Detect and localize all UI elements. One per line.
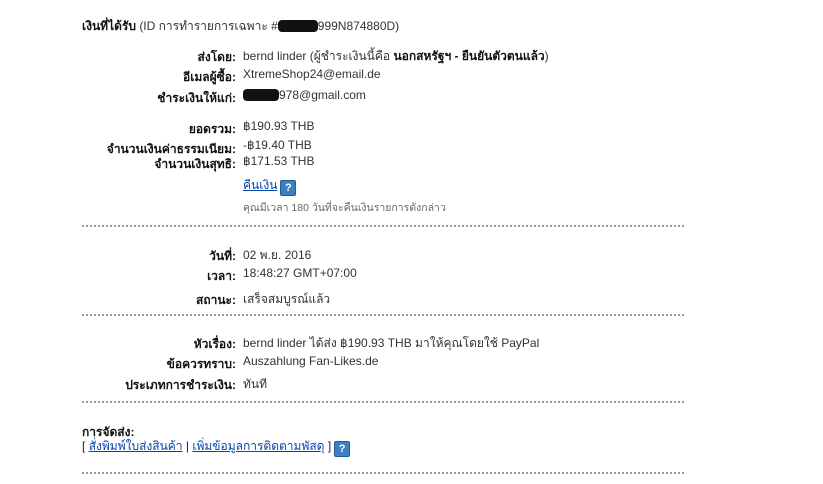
status-value: เสร็จสมบูรณ์แล้ว	[243, 292, 331, 306]
add-tracking-link[interactable]: เพิ่มข้อมูลการติดตามพัสดุ	[192, 439, 324, 453]
shipping-actions: [ สั่งพิมพ์ใบส่งสินค้า | เพิ่มข้อมูลการต…	[82, 437, 351, 457]
note-value: Auszahlung Fan-Likes.de	[243, 354, 379, 368]
subject-value: bernd linder ได้ส่ง ฿190.93 THB มาให้คุณ…	[243, 336, 540, 350]
payee-value: 978@gmail.com	[243, 88, 366, 102]
status-label: สถานะ:	[196, 293, 236, 307]
divider	[82, 401, 684, 403]
help-icon[interactable]: ?	[280, 180, 297, 196]
sender-label: ส่งโดย:	[197, 50, 236, 64]
total-value: ฿190.93 THB	[243, 119, 315, 133]
payment-type-label: ประเภทการชำระเงิน:	[125, 378, 236, 392]
date-label: วันที่:	[209, 249, 236, 263]
transaction-id-suffix: 999N874880D)	[317, 19, 400, 33]
payee-email-suffix: 978@gmail.com	[279, 88, 366, 102]
refund-note: คุณมีเวลา 180 วันที่จะคืนเงินรายการดังกล…	[243, 202, 446, 214]
buyer-email-label: อีเมลผู้ซื้อ:	[183, 70, 236, 84]
sender-verified-status: นอกสหรัฐฯ - ยืนยันตัวตนแล้ว	[393, 49, 545, 63]
help-icon[interactable]: ?	[334, 441, 351, 457]
buyer-email-value: XtremeShop24@email.de	[243, 67, 381, 81]
redacted-block	[243, 89, 279, 101]
payee-label: ชำระเงินให้แก่:	[157, 91, 236, 105]
redacted-block	[277, 20, 318, 32]
note-label: ข้อควรทราบ:	[166, 357, 236, 371]
sender-name: bernd linder	[243, 49, 307, 63]
print-shipping-label-link[interactable]: สั่งพิมพ์ใบส่งสินค้า	[89, 439, 183, 453]
net-value: ฿171.53 THB	[243, 154, 315, 168]
sender-note-suffix: )	[544, 49, 549, 63]
time-value: 18:48:27 GMT+07:00	[243, 266, 357, 280]
sender-value: bernd linder (ผู้ชำระเงินนี้คือ นอกสหรัฐ…	[243, 47, 549, 66]
link-divider: |	[185, 439, 190, 453]
fee-value: -฿19.40 THB	[243, 138, 312, 152]
time-label: เวลา:	[207, 269, 236, 283]
date-value: 02 พ.ย. 2016	[243, 248, 312, 262]
divider	[82, 472, 684, 474]
total-label: ยอดรวม:	[188, 122, 236, 136]
transaction-id-prefix: (ID การทำรายการเฉพาะ #	[139, 19, 278, 33]
sender-note-prefix: (ผู้ชำระเงินนี้คือ	[309, 49, 391, 63]
refund-row: คืนเงิน?	[243, 176, 297, 196]
divider	[82, 314, 684, 316]
net-label: จำนวนเงินสุทธิ:	[154, 157, 236, 171]
subject-label: หัวเรื่อง:	[193, 337, 236, 351]
page-title: เงินที่ได้รับ	[82, 19, 136, 33]
transaction-header: เงินที่ได้รับ (ID การทำรายการเฉพาะ # 999N…	[82, 17, 399, 36]
bracket-close: ]	[327, 439, 332, 453]
refund-link[interactable]: คืนเงิน	[243, 178, 277, 192]
payment-type-value: ทันที	[243, 377, 268, 391]
divider	[82, 225, 684, 227]
bracket-open: [	[82, 439, 86, 453]
